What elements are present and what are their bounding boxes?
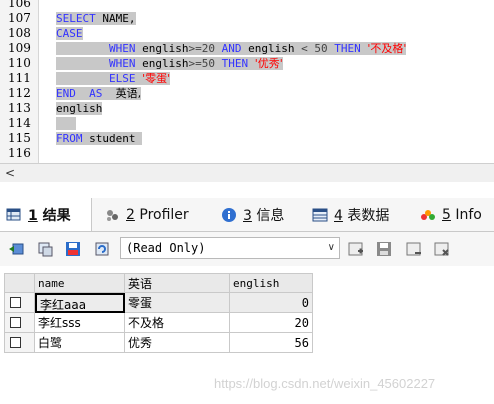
editor-horizontal-scrollbar[interactable]: <	[0, 163, 494, 183]
add-row-icon[interactable]	[348, 241, 364, 257]
column-header[interactable]: english	[230, 273, 313, 293]
result-tab-bar: 1 结果 2 Profiler 3 信息 4 表数据 5 Info	[0, 198, 494, 232]
refresh-icon[interactable]	[94, 241, 110, 257]
tab-table-data[interactable]: 4 表数据	[312, 198, 389, 231]
code-line-110: WHEN english>=50 THEN '优秀'	[56, 56, 283, 71]
delete-row-icon[interactable]	[406, 241, 422, 257]
line-number: 115	[8, 131, 31, 145]
read-only-mode-select[interactable]: (Read Only) ∨	[120, 237, 340, 259]
copy-icon[interactable]	[37, 241, 53, 257]
code-line-112: END AS 英语,	[56, 87, 142, 100]
row-header-corner	[4, 273, 35, 293]
line-number: 110	[8, 56, 31, 70]
info-circle-icon	[420, 207, 436, 223]
code-line-107: SELECT NAME,	[56, 12, 136, 25]
table-cell[interactable]: 李红sss	[35, 313, 125, 333]
line-number: 113	[8, 101, 31, 115]
table-cell[interactable]: 优秀	[125, 333, 230, 353]
line-number: 114	[8, 116, 31, 130]
code-line-113: english	[56, 102, 103, 115]
line-number: 108	[8, 26, 31, 40]
code-line-111: ELSE '零蛋'	[56, 71, 171, 86]
row-selector[interactable]	[4, 293, 35, 313]
code-line-108: CASE	[56, 27, 83, 40]
code-line-114	[56, 116, 76, 131]
table-cell[interactable]: 0	[230, 293, 313, 313]
watermark: https://blog.csdn.net/weixin_45602227	[214, 376, 436, 391]
mode-select-value: (Read Only)	[126, 241, 206, 255]
line-number: 106	[8, 0, 31, 10]
column-header[interactable]: 英语	[125, 273, 230, 293]
table-cell[interactable]: 20	[230, 313, 313, 333]
export-icon[interactable]	[8, 241, 24, 257]
line-number: 107	[8, 11, 31, 25]
tab-info-2[interactable]: 5 Info	[420, 198, 482, 231]
row-selector[interactable]	[4, 333, 35, 353]
sql-editor[interactable]: 106 107 108 109 110 111 112 113 114 115 …	[0, 0, 494, 163]
line-number: 111	[8, 71, 31, 85]
table-cell[interactable]: 不及格	[125, 313, 230, 333]
cancel-icon[interactable]	[434, 241, 450, 257]
save-grid-icon[interactable]	[65, 241, 81, 257]
splitter[interactable]	[0, 182, 494, 198]
table-cell[interactable]: 白鹭	[35, 333, 125, 353]
table-cell[interactable]: 李红aaa	[35, 293, 125, 313]
column-header[interactable]: name	[35, 273, 125, 293]
row-checkbox[interactable]	[10, 297, 21, 308]
tab-profiler[interactable]: 2 Profiler	[104, 198, 189, 231]
row-checkbox[interactable]	[10, 317, 21, 328]
tab-info[interactable]: 3 信息	[221, 198, 284, 231]
info-icon	[221, 207, 237, 223]
scroll-left-button[interactable]: <	[3, 164, 17, 182]
table-cell[interactable]: 零蛋	[125, 293, 230, 313]
code-line-115: FROM student	[56, 131, 143, 146]
line-number: 116	[8, 146, 31, 160]
table-cell[interactable]: 56	[230, 333, 313, 353]
chevron-down-icon[interactable]: ∨	[328, 238, 335, 258]
line-number: 112	[8, 86, 31, 100]
line-number: 109	[8, 41, 31, 55]
profiler-icon	[104, 207, 120, 223]
code-line-109: WHEN english>=20 AND english < 50 THEN '…	[56, 41, 407, 56]
row-selector[interactable]	[4, 313, 35, 333]
save-icon[interactable]	[376, 241, 392, 257]
result-grid-icon	[6, 207, 22, 223]
row-checkbox[interactable]	[10, 337, 21, 348]
table-data-icon	[312, 207, 328, 223]
tab-results[interactable]: 1 结果	[0, 198, 92, 231]
